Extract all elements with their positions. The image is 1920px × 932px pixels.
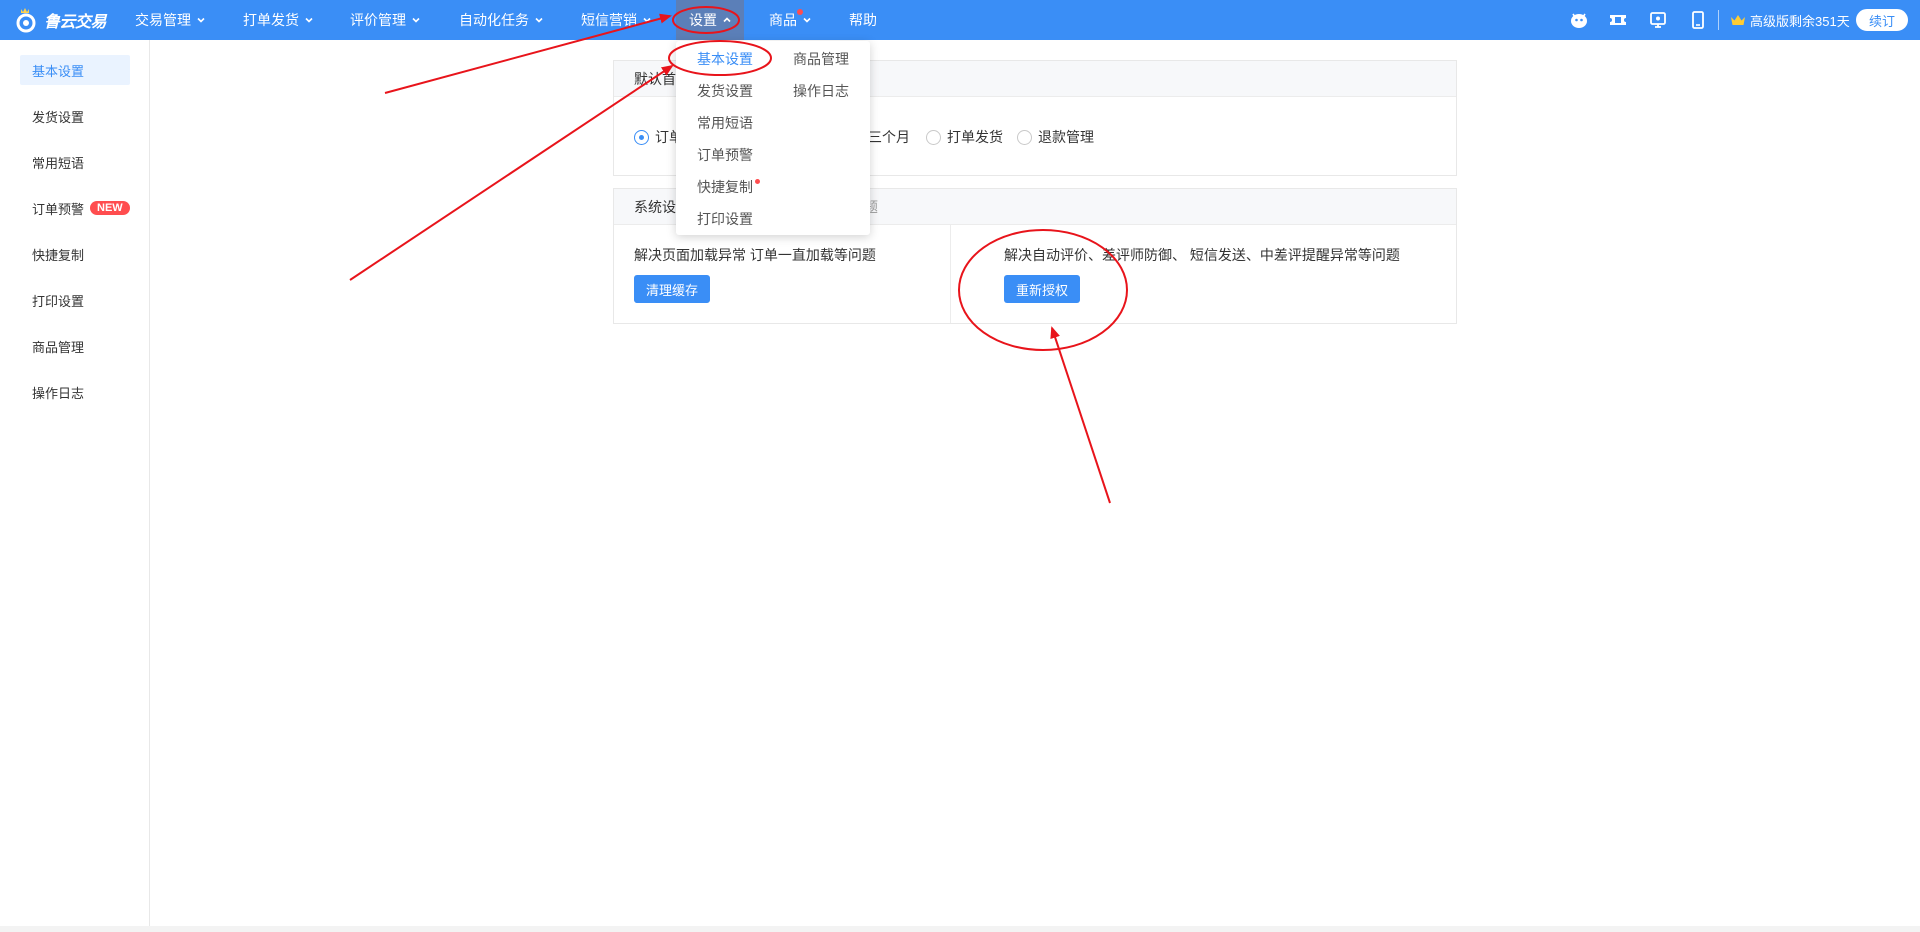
mobile-icon[interactable] bbox=[1688, 10, 1708, 30]
sidebar-item-label: 常用短语 bbox=[32, 155, 85, 171]
menu-item-shipping-settings[interactable]: 发货设置 bbox=[697, 81, 753, 101]
brand-name: 鲁云交易 bbox=[44, 14, 107, 31]
chevron-down-icon bbox=[197, 17, 205, 23]
nav-trade-management[interactable]: 交易管理 bbox=[135, 0, 206, 40]
panel-title: 默认首 bbox=[634, 70, 676, 87]
nav-help[interactable]: 帮助 bbox=[849, 0, 877, 40]
menu-item-operation-log[interactable]: 操作日志 bbox=[793, 81, 849, 101]
page-bottom-strip bbox=[0, 926, 1920, 932]
new-badge: NEW bbox=[90, 201, 130, 215]
sidebar-item-order-alerts[interactable]: 订单预警 NEW bbox=[20, 193, 130, 223]
chevron-down-icon bbox=[643, 17, 651, 23]
sidebar-item-common-phrases[interactable]: 常用短语 bbox=[20, 147, 130, 177]
nav-label: 交易管理 bbox=[135, 12, 191, 28]
chevron-down-icon bbox=[305, 17, 313, 23]
logo-icon bbox=[16, 8, 36, 33]
sidebar-item-quick-copy[interactable]: 快捷复制 bbox=[20, 239, 130, 269]
top-nav-bar: 鲁云交易 交易管理 打单发货 评价管理 自动化任务 短信营销 设置 商品 帮助 bbox=[0, 0, 1920, 40]
vip-remaining-text: 高级版剩余351天 bbox=[1750, 13, 1850, 29]
menu-item-common-phrases[interactable]: 常用短语 bbox=[697, 113, 753, 133]
radio-unchecked-icon bbox=[926, 129, 941, 145]
sidebar-item-label: 基本设置 bbox=[32, 63, 85, 79]
clear-cache-description: 解决页面加载异常 订单一直加载等问题 bbox=[634, 247, 876, 263]
annotation-arrow-to-reauthorize bbox=[1050, 326, 1111, 504]
radio-option-refund-management[interactable]: 退款管理 bbox=[1017, 127, 1094, 147]
nav-label: 评价管理 bbox=[350, 12, 406, 28]
reauthorize-section: 解决自动评价、差评师防御、 短信发送、中差评提醒异常等问题 重新授权 bbox=[984, 225, 1454, 323]
nav-label: 设置 bbox=[689, 12, 717, 28]
nav-label: 帮助 bbox=[849, 12, 877, 28]
nav-automation-tasks[interactable]: 自动化任务 bbox=[459, 0, 544, 40]
clear-cache-button[interactable]: 清理缓存 bbox=[634, 275, 711, 303]
chevron-down-icon bbox=[412, 17, 420, 23]
nav-products[interactable]: 商品 bbox=[769, 0, 812, 40]
sidebar-item-print-settings[interactable]: 打印设置 bbox=[20, 285, 130, 315]
sidebar-item-shipping-settings[interactable]: 发货设置 bbox=[20, 101, 130, 131]
radio-option-print-ship[interactable]: 打单发货 bbox=[926, 127, 1003, 147]
nav-settings[interactable]: 设置 bbox=[676, 0, 744, 40]
sidebar-item-label: 快捷复制 bbox=[32, 247, 85, 263]
menu-item-label: 快捷复制 bbox=[697, 179, 753, 195]
sidebar-item-label: 打印设置 bbox=[32, 293, 85, 309]
monitor-icon[interactable] bbox=[1648, 10, 1668, 30]
nav-label: 自动化任务 bbox=[459, 12, 529, 28]
nav-label: 打单发货 bbox=[243, 12, 299, 28]
nav-review-management[interactable]: 评价管理 bbox=[350, 0, 421, 40]
nav-label: 商品 bbox=[769, 12, 797, 28]
chevron-down-icon bbox=[535, 17, 543, 23]
chevron-up-icon bbox=[723, 17, 731, 23]
menu-item-order-alerts[interactable]: 订单预警 bbox=[697, 145, 753, 165]
sidebar-item-product-management[interactable]: 商品管理 bbox=[20, 331, 130, 361]
chevron-down-icon bbox=[803, 17, 811, 23]
crown-icon bbox=[1731, 15, 1745, 25]
vip-status: 高级版剩余351天 bbox=[1730, 0, 1850, 40]
sidebar-item-operation-log[interactable]: 操作日志 bbox=[20, 377, 130, 407]
reauthorize-button[interactable]: 重新授权 bbox=[1004, 275, 1081, 303]
divider bbox=[1718, 10, 1719, 30]
settings-sidebar: 基本设置 发货设置 常用短语 订单预警 NEW 快捷复制 打印设置 商品管理 操… bbox=[0, 40, 150, 932]
notification-dot bbox=[797, 9, 803, 15]
menu-item-print-settings[interactable]: 打印设置 bbox=[697, 209, 753, 229]
menu-item-quick-copy[interactable]: 快捷复制 bbox=[697, 177, 760, 197]
brand-logo[interactable]: 鲁云交易 bbox=[14, 6, 107, 34]
settings-dropdown-menu: 基本设置 商品管理 发货设置 操作日志 常用短语 订单预警 快捷复制 打印设置 bbox=[676, 41, 870, 235]
sidebar-item-label: 订单预警 bbox=[32, 201, 85, 217]
radio-option-three-months[interactable]: 三个月 bbox=[868, 127, 910, 147]
radio-unchecked-icon bbox=[1017, 129, 1032, 145]
radio-label: 退款管理 bbox=[1038, 129, 1094, 145]
radio-label: 三个月 bbox=[868, 129, 910, 145]
menu-item-product-management[interactable]: 商品管理 bbox=[793, 49, 849, 69]
nav-label: 短信营销 bbox=[581, 12, 637, 28]
sidebar-item-label: 操作日志 bbox=[32, 385, 85, 401]
ticket-icon[interactable] bbox=[1608, 10, 1628, 30]
clear-cache-section: 解决页面加载异常 订单一直加载等问题 清理缓存 bbox=[614, 225, 951, 323]
notification-dot bbox=[755, 179, 760, 184]
menu-item-basic-settings[interactable]: 基本设置 bbox=[697, 49, 753, 69]
radio-checked-icon bbox=[634, 129, 649, 145]
radio-label: 打单发货 bbox=[947, 129, 1003, 145]
nav-print-ship[interactable]: 打单发货 bbox=[243, 0, 314, 40]
sidebar-item-label: 商品管理 bbox=[32, 339, 85, 355]
sidebar-item-label: 发货设置 bbox=[32, 109, 85, 125]
renew-button[interactable]: 续订 bbox=[1856, 9, 1908, 31]
panel-title: 系统设 bbox=[634, 198, 676, 215]
reauthorize-description: 解决自动评价、差评师防御、 短信发送、中差评提醒异常等问题 bbox=[1004, 247, 1400, 263]
nav-sms-marketing[interactable]: 短信营销 bbox=[581, 0, 652, 40]
sidebar-item-basic-settings[interactable]: 基本设置 bbox=[20, 55, 130, 85]
chat-bot-icon[interactable] bbox=[1569, 10, 1589, 30]
